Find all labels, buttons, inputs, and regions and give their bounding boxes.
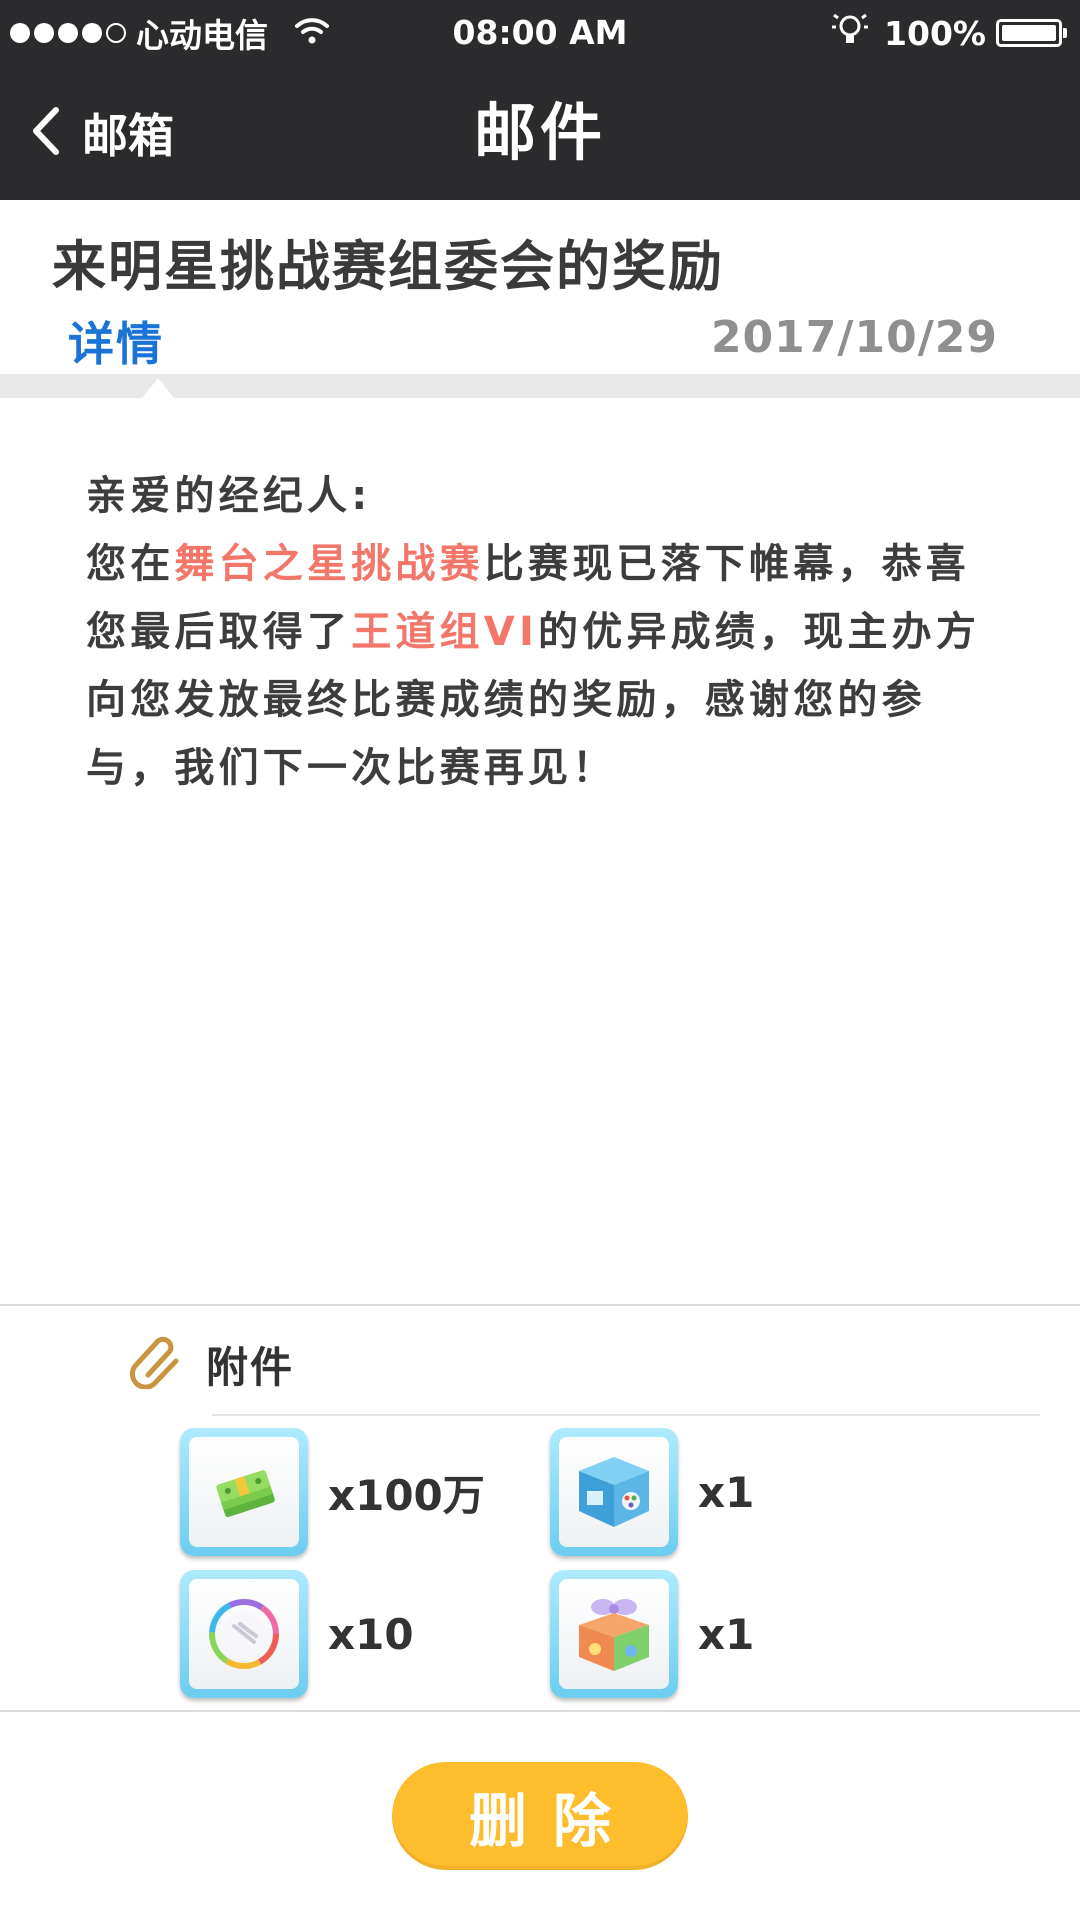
item-slot: [180, 1570, 308, 1698]
status-bar: 心动电信 08:00 AM 100%: [0, 0, 1080, 66]
cash-icon: [189, 1437, 299, 1547]
back-label: 邮箱: [82, 109, 174, 163]
mail-paragraph: 您在舞台之星挑战赛比赛现已落下帷幕，恭喜您最后取得了王道组VI的优异成绩，现主办…: [86, 530, 1006, 802]
item-quantity: x100万: [328, 1470, 485, 1520]
paperclip-icon: [128, 1335, 186, 1393]
battery-icon: [996, 19, 1067, 47]
tab-details[interactable]: 详情: [68, 308, 164, 374]
highlight-event-name: 舞台之星挑战赛: [174, 541, 484, 587]
battery-group: 100%: [830, 9, 1067, 57]
rainbow-gem-icon: [189, 1579, 299, 1689]
attachment-item[interactable]: x1: [550, 1570, 754, 1698]
item-slot: [550, 1428, 678, 1556]
delete-button[interactable]: 删除: [392, 1762, 688, 1870]
mail-title: 来明星挑战赛组委会的奖励: [52, 235, 724, 298]
divider: [212, 1414, 1040, 1416]
blue-box-icon: [559, 1437, 669, 1547]
back-button[interactable]: 邮箱: [28, 66, 174, 200]
attachment-item[interactable]: x1: [550, 1428, 754, 1556]
mail-greeting: 亲爱的经纪人:: [86, 473, 372, 519]
item-quantity: x1: [698, 1467, 755, 1517]
attachment-item[interactable]: x100万: [180, 1428, 485, 1556]
item-quantity: x10: [328, 1609, 414, 1659]
battery-percent: 100%: [884, 13, 986, 53]
gift-box-icon: [559, 1579, 669, 1689]
battery-level: [1002, 25, 1056, 41]
attachments-label: 附件: [206, 1342, 295, 1392]
tab-indicator: [142, 378, 174, 398]
item-slot: [180, 1428, 308, 1556]
lightbulb-icon: [830, 9, 870, 57]
item-quantity: x1: [698, 1609, 755, 1659]
mail-date: 2017/10/29: [710, 312, 998, 363]
chevron-left-icon: [28, 104, 62, 162]
mail-body: 亲爱的经纪人: 您在舞台之星挑战赛比赛现已落下帷幕，恭喜您最后取得了王道组VI的…: [86, 462, 1006, 802]
attachment-item[interactable]: x10: [180, 1570, 414, 1698]
body-text-segment: 您在: [86, 541, 175, 587]
item-slot: [550, 1570, 678, 1698]
nav-bar: 邮箱 邮件: [0, 66, 1080, 200]
highlight-rank: 王道组VI: [351, 609, 539, 655]
attachments-header: 附件: [128, 1334, 294, 1394]
divider: [0, 1304, 1080, 1306]
divider: [0, 1710, 1080, 1712]
